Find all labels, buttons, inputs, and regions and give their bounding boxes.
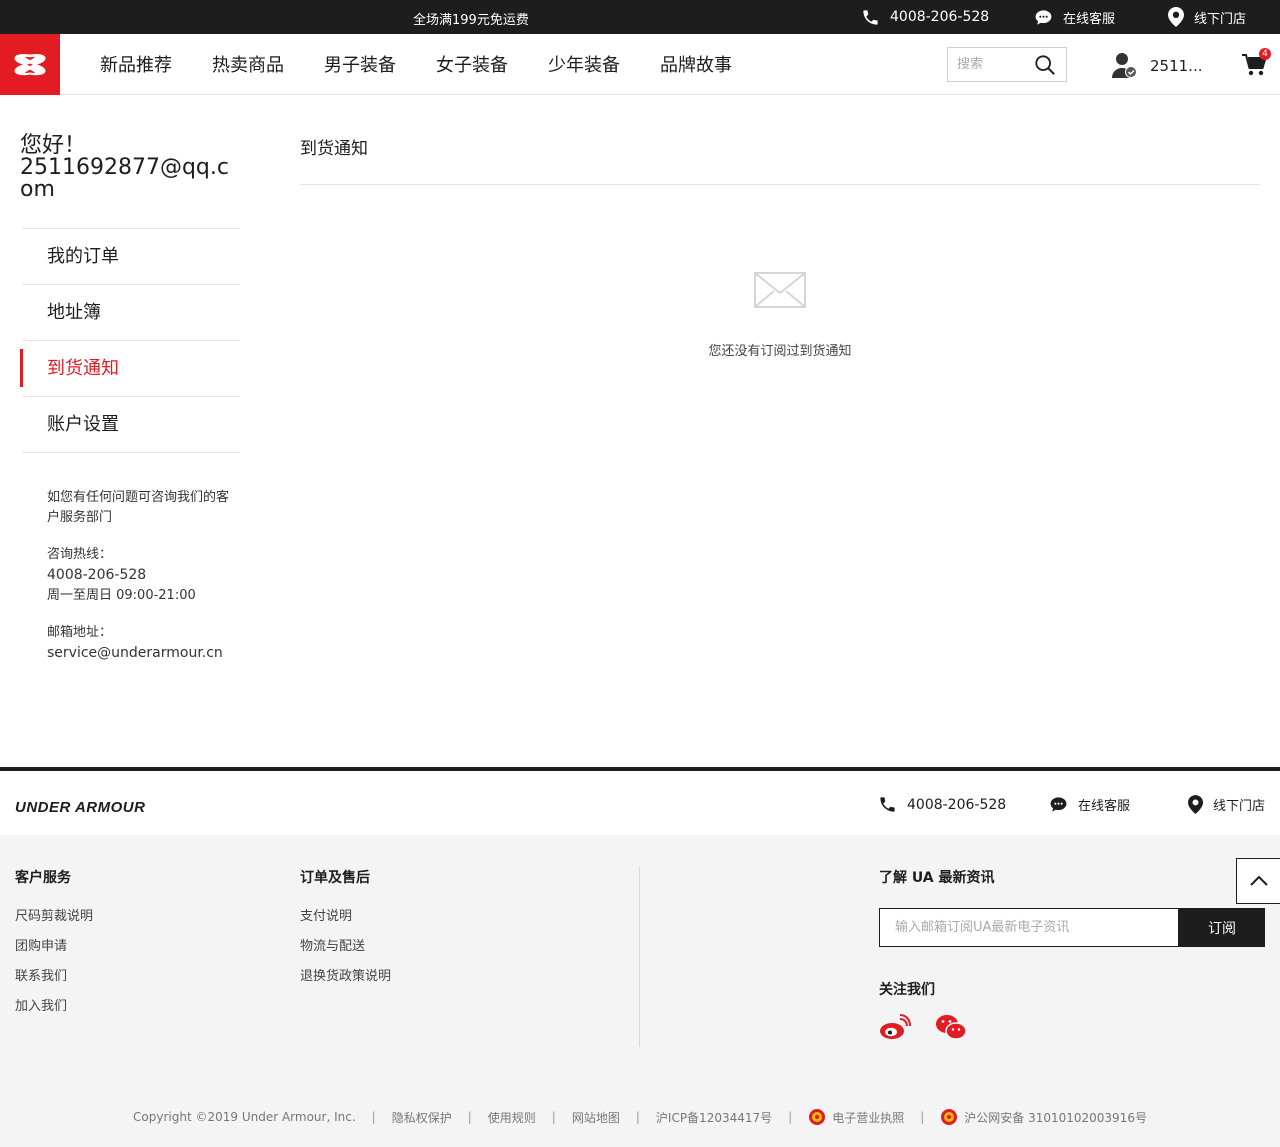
- footer-link-returns[interactable]: 退换货政策说明: [300, 968, 391, 985]
- follow-us-title: 关注我们: [879, 982, 935, 998]
- footer-chat[interactable]: 在线客服: [1049, 795, 1130, 814]
- ua-logo-icon: [14, 53, 46, 75]
- back-to-top-button[interactable]: [1236, 858, 1280, 904]
- nav-women[interactable]: 女子装备: [436, 51, 508, 77]
- police-badge-icon: [941, 1109, 958, 1125]
- customer-service-info: 如您有任何问题可咨询我们的客户服务部门 咨询热线： 4008-206-528 周…: [47, 488, 237, 681]
- help-email-block: 邮箱地址： service@underarmour.cn: [47, 623, 237, 664]
- subscribe-email-input[interactable]: [879, 908, 1179, 947]
- search-icon[interactable]: [1034, 54, 1056, 76]
- nav-best-sellers[interactable]: 热卖商品: [212, 51, 284, 77]
- business-license[interactable]: 电子营业执照: [808, 1108, 904, 1126]
- footer-link-group-purchase[interactable]: 团购申请: [15, 938, 93, 955]
- user-verified-icon: [1112, 53, 1137, 78]
- promo-text: 全场满199元免运费: [413, 13, 529, 28]
- cart-count-badge: 4: [1259, 48, 1271, 60]
- footer-contact-bar: UNDER ARMOUR 4008-206-528 在线客服 线下门店: [0, 767, 1280, 835]
- weibo-icon[interactable]: [879, 1013, 911, 1041]
- subscribe-title: 了解 UA 最新资讯: [879, 870, 995, 886]
- help-hotline-block: 咨询热线： 4008-206-528 周一至周日 09:00-21:00: [47, 545, 237, 606]
- username: 2511...: [1150, 57, 1203, 75]
- nav-new-arrivals[interactable]: 新品推荐: [100, 51, 172, 77]
- footer-link-sitemap[interactable]: 网站地图: [572, 1109, 620, 1126]
- footer-link-privacy[interactable]: 隐私权保护: [392, 1109, 452, 1126]
- footer-store[interactable]: 线下门店: [1188, 795, 1265, 814]
- top-bar: 全场满199元免运费 4008-206-528 在线客服 线下门店: [0, 0, 1280, 34]
- topbar-chat-label: 在线客服: [1063, 11, 1116, 27]
- footer-chat-label: 在线客服: [1078, 799, 1131, 814]
- topbar-store-label: 线下门店: [1194, 11, 1247, 27]
- chevron-up-icon: [1249, 875, 1268, 886]
- main-header: 新品推荐 热卖商品 男子装备 女子装备 少年装备 品牌故事 2511... 4: [0, 34, 1280, 95]
- user-account[interactable]: 2511...: [1112, 52, 1202, 80]
- separator: |: [551, 1110, 556, 1124]
- help-email: service@underarmour.cn: [47, 645, 223, 661]
- public-security-record-label: 沪公网安备 31010102003916号: [964, 1110, 1147, 1125]
- footer-orders-aftersales: 订单及售后 支付说明 物流与配送 退换货政策说明: [300, 867, 391, 998]
- sidebar-item-address-book[interactable]: 地址簿: [22, 285, 240, 341]
- greeting: 您好！ 2511692877@qq.com: [20, 135, 240, 201]
- wechat-icon[interactable]: [935, 1013, 967, 1041]
- nav-brand-story[interactable]: 品牌故事: [660, 51, 732, 77]
- footer-customer-service: 客户服务 尺码剪裁说明 团购申请 联系我们 加入我们: [15, 867, 93, 1028]
- location-pin-icon: [1168, 7, 1184, 27]
- footer: 客户服务 尺码剪裁说明 团购申请 联系我们 加入我们 订单及售后 支付说明 物流…: [0, 835, 1280, 1147]
- nav-men[interactable]: 男子装备: [324, 51, 396, 77]
- footer-col-title: 订单及售后: [300, 870, 370, 886]
- copyright-bar: Copyright ©2019 Under Armour, Inc. | 隐私权…: [0, 1108, 1280, 1126]
- help-hotline-number: 4008-206-528: [47, 567, 147, 583]
- help-hotline-label: 咨询热线：: [47, 547, 113, 562]
- footer-link-payment[interactable]: 支付说明: [300, 908, 391, 925]
- location-pin-icon: [1188, 795, 1203, 814]
- public-security-record[interactable]: 沪公网安备 31010102003916号: [940, 1108, 1147, 1126]
- topbar-phone-number: 4008-206-528: [890, 9, 990, 25]
- business-license-label: 电子营业执照: [832, 1110, 905, 1125]
- footer-store-label: 线下门店: [1213, 799, 1266, 814]
- phone-icon: [880, 797, 895, 812]
- footer-link-contact-us[interactable]: 联系我们: [15, 968, 93, 985]
- greeting-hello: 您好！: [20, 133, 87, 158]
- footer-link-join-us[interactable]: 加入我们: [15, 998, 93, 1015]
- footer-phone-number: 4008-206-528: [907, 796, 1007, 813]
- topbar-store[interactable]: 线下门店: [1168, 6, 1246, 28]
- sidebar-item-orders[interactable]: 我的订单: [22, 229, 240, 285]
- cart[interactable]: 4: [1241, 48, 1271, 80]
- nav-youth[interactable]: 少年装备: [548, 51, 620, 77]
- footer-link-terms[interactable]: 使用规则: [488, 1109, 536, 1126]
- police-badge-icon: [809, 1109, 826, 1125]
- separator: |: [788, 1110, 793, 1124]
- footer-phone[interactable]: 4008-206-528: [878, 795, 1006, 814]
- topbar-phone[interactable]: 4008-206-528: [861, 6, 989, 28]
- separator: |: [920, 1110, 925, 1124]
- footer-divider: [639, 867, 640, 1047]
- icp-number[interactable]: 沪ICP备12034417号: [656, 1109, 772, 1126]
- footer-link-shipping[interactable]: 物流与配送: [300, 938, 391, 955]
- chat-bubble-icon: [1050, 797, 1067, 812]
- chat-bubble-icon: [1035, 9, 1052, 25]
- help-hours: 周一至周日 09:00-21:00: [47, 588, 196, 603]
- empty-state-message: 您还没有订阅过到货通知: [708, 344, 852, 359]
- title-divider: [300, 184, 1260, 185]
- envelope-icon: [754, 272, 806, 308]
- search-input[interactable]: [948, 48, 1032, 81]
- topbar-chat[interactable]: 在线客服: [1034, 6, 1115, 28]
- help-intro: 如您有任何问题可咨询我们的客户服务部门: [47, 490, 230, 525]
- subscribe-button[interactable]: 订阅: [1179, 908, 1265, 947]
- footer-logo[interactable]: UNDER ARMOUR: [15, 799, 145, 816]
- phone-icon: [863, 9, 878, 25]
- separator: |: [371, 1110, 376, 1124]
- footer-col-title: 客户服务: [15, 870, 71, 886]
- greeting-email: 2511692877@qq.com: [20, 155, 229, 202]
- brand-logo[interactable]: [0, 34, 60, 95]
- copyright-text: Copyright ©2019 Under Armour, Inc.: [133, 1110, 356, 1124]
- page-title: 到货通知: [300, 139, 368, 159]
- main-nav: 新品推荐 热卖商品 男子装备 女子装备 少年装备 品牌故事: [100, 51, 732, 77]
- sidebar-item-account-settings[interactable]: 账户设置: [22, 397, 240, 453]
- search-box: [947, 47, 1067, 82]
- separator: |: [467, 1110, 472, 1124]
- separator: |: [635, 1110, 640, 1124]
- footer-link-size-guide[interactable]: 尺码剪裁说明: [15, 908, 93, 925]
- help-email-label: 邮箱地址：: [47, 625, 113, 640]
